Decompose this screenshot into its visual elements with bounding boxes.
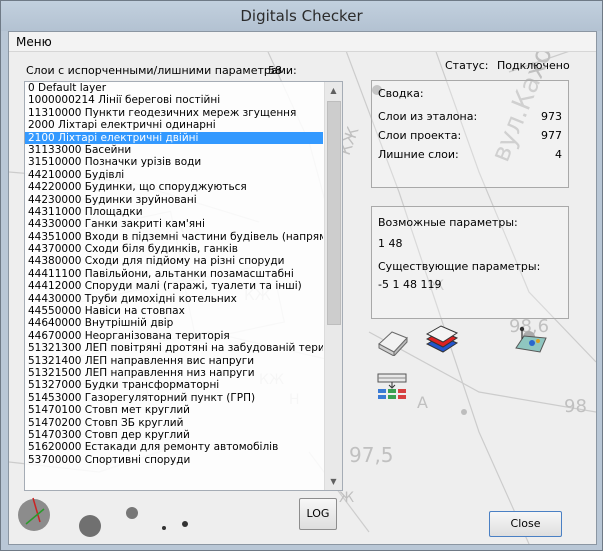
scroll-up-button[interactable]: ▲	[325, 82, 342, 99]
window-title: Digitals Checker	[1, 1, 602, 31]
layer-list-item[interactable]: 44412000 Споруди малі (гаражі, туалети т…	[25, 280, 323, 292]
menu-item-main[interactable]: Меню	[16, 35, 52, 49]
layer-list-item[interactable]: 44210000 Будівлі	[25, 169, 323, 181]
map-mark-label: Ж	[339, 490, 354, 506]
layer-list-item[interactable]: 44351000 Входи в підземні частини будіве…	[25, 231, 323, 243]
layer-list-item[interactable]: 44220000 Будинки, що споруджуються	[25, 181, 323, 193]
layers-list-items: 0 Default layer 1000000214 Лінії берегові…	[25, 82, 323, 490]
summary-project-layers-value: 977	[541, 129, 562, 142]
scroll-thumb[interactable]	[327, 101, 341, 325]
summary-extra-layers-label: Лишние слои:	[378, 148, 459, 161]
layers-scrollbar[interactable]: ▲ ▼	[324, 82, 342, 490]
layer-list-item[interactable]: 51620000 Естакади для ремонту автомобілі…	[25, 441, 323, 453]
layer-list-item[interactable]: 53700000 Спортивні споруди	[25, 454, 323, 466]
status-label: Статус:	[445, 59, 489, 72]
layer-list-item[interactable]: 51453000 Газорегуляторний пункт (ГРП)	[25, 392, 323, 404]
layer-list-item[interactable]: 51470100 Стовп мет круглий	[25, 404, 323, 416]
layer-list-item[interactable]: 44380000 Сходи для підйому на різні спор…	[25, 255, 323, 267]
layer-list-item[interactable]: 44430000 Труби димохідні котельних	[25, 293, 323, 305]
layers-count-label: Слои с испорченными/лишними параметрами:	[26, 64, 297, 77]
map-elevation-label: 97,5	[349, 443, 394, 467]
layer-list-item[interactable]: 44411100 Павільйони, альтанки позамасшта…	[25, 268, 323, 280]
layer-list-item[interactable]: 44640000 Внутрішній двір	[25, 317, 323, 329]
close-button[interactable]: Close	[489, 511, 562, 537]
layer-list-item[interactable]: 11310000 Пункти геодезичних мереж згущен…	[25, 107, 323, 119]
table-layers-icon[interactable]	[376, 372, 408, 400]
summary-standard-layers-label: Слои из эталона:	[378, 110, 478, 123]
map-elevation-label: 98	[564, 396, 587, 417]
layers-listbox[interactable]: 0 Default layer 1000000214 Лінії берегові…	[24, 81, 343, 491]
main-panel: вул.Каховська 98,6 97,5 98 КЖ Ж КЖ Ж КЖ …	[8, 31, 597, 545]
layer-list-item[interactable]: 44370000 Сходи біля будинків, ганків	[25, 243, 323, 255]
summary-project-layers-label: Слои проекта:	[378, 129, 462, 142]
possible-params-value: 1 48	[378, 237, 403, 250]
layer-list-item[interactable]: 44550000 Навіси на стовпах	[25, 305, 323, 317]
menu-bar: Меню	[9, 32, 596, 52]
layer-list-item[interactable]: 2100 Ліхтарі електричні двійні	[25, 131, 323, 144]
map-pin-icon[interactable]	[514, 326, 548, 356]
layer-list-item[interactable]: 44330000 Ганки закриті кам'яні	[25, 218, 323, 230]
layer-list-item[interactable]: 51321400 ЛЕП направлення вис напруги	[25, 355, 323, 367]
existing-params-value: -5 1 48 119	[378, 278, 442, 291]
possible-params-label: Возможные параметры:	[378, 216, 518, 229]
layer-list-item[interactable]: 31510000 Позначки урізів води	[25, 156, 323, 168]
map-mark-label: А	[417, 393, 428, 412]
scroll-down-button[interactable]: ▼	[325, 473, 342, 490]
log-button[interactable]: LOG	[299, 498, 337, 530]
layer-list-item[interactable]: 44670000 Неорганізована територія	[25, 330, 323, 342]
summary-panel: Сводка: Слои из эталона: 973 Слои проект…	[371, 80, 569, 188]
params-panel: Возможные параметры: 1 48 Существующие п…	[371, 206, 569, 319]
layer-list-item[interactable]: 1000000214 Лінії берегові постійні	[25, 94, 323, 106]
summary-extra-layers-value: 4	[555, 148, 562, 161]
layer-list-item[interactable]: 51470300 Стовп дер круглий	[25, 429, 323, 441]
layer-list-item[interactable]: 31133000 Басейни	[25, 144, 323, 156]
layer-list-item[interactable]: 51321500 ЛЕП направлення низ напруги	[25, 367, 323, 379]
summary-standard-layers-value: 973	[541, 110, 562, 123]
layers-stack-icon[interactable]	[425, 324, 459, 356]
layer-list-item[interactable]: 51470200 Стовп ЗБ круглий	[25, 417, 323, 429]
layer-list-item[interactable]: 0 Default layer	[25, 82, 323, 94]
eraser-icon[interactable]	[376, 326, 410, 356]
layer-list-item[interactable]: 51321300 ЛЕП повітряні дротяні на забудо…	[25, 342, 323, 354]
layer-list-item[interactable]: 51327000 Будки трансформаторні	[25, 379, 323, 391]
summary-title: Сводка:	[378, 87, 424, 100]
status-value: Подключено	[497, 59, 570, 72]
layer-list-item[interactable]: 44311000 Площадки	[25, 206, 323, 218]
layers-count-value: 58	[268, 64, 282, 77]
layer-list-item[interactable]: 2000 Ліхтарі електричні одинарні	[25, 119, 323, 131]
app-window: Digitals Checker вул.Каховська 98,6 97,5…	[0, 0, 603, 551]
layer-list-item[interactable]: 44230000 Будинки зруйновані	[25, 194, 323, 206]
existing-params-label: Существующие параметры:	[378, 260, 541, 273]
